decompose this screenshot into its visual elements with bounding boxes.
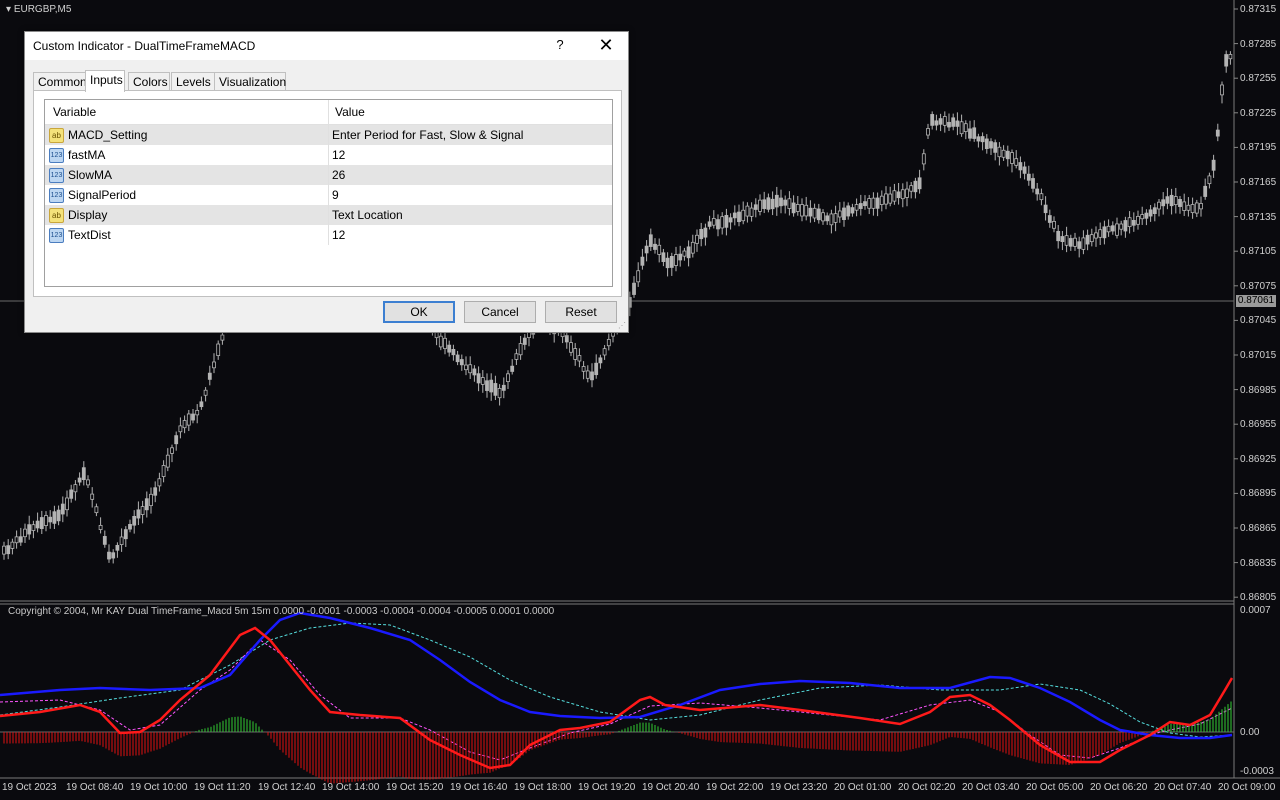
- price-axis-label: 0.87075: [1240, 280, 1277, 292]
- price-axis-label: 0.86955: [1240, 419, 1277, 431]
- time-axis-label: 19 Oct 2023: [2, 782, 57, 793]
- price-axis-label: 0.86835: [1240, 557, 1277, 569]
- input-row[interactable]: ab MACD_Setting Enter Period for Fast, S…: [45, 125, 612, 145]
- price-axis-label: 0.86925: [1240, 453, 1277, 465]
- time-axis-label: 20 Oct 03:40: [962, 782, 1020, 793]
- resize-grip-icon[interactable]: ⋰: [618, 321, 626, 330]
- tab-inputs[interactable]: Inputs: [85, 70, 125, 92]
- time-axis-label: 20 Oct 05:00: [1026, 782, 1084, 793]
- price-axis-label: 0.87315: [1240, 4, 1277, 15]
- time-axis-label: 19 Oct 18:00: [514, 782, 572, 793]
- time-axis-label: 19 Oct 14:00: [322, 782, 380, 793]
- dialog-titlebar[interactable]: Custom Indicator - DualTimeFrameMACD ? ✕: [25, 32, 628, 60]
- price-axis-label: 0.87285: [1240, 38, 1277, 50]
- time-axis-label: 19 Oct 22:00: [706, 782, 764, 793]
- input-row[interactable]: ab Display Text Location: [45, 205, 612, 225]
- price-axis-label: 0.86895: [1240, 488, 1277, 500]
- time-axis-label: 19 Oct 11:20: [194, 782, 251, 793]
- variable-value[interactable]: 12: [332, 228, 345, 242]
- input-row[interactable]: 123 SlowMA 26: [45, 165, 612, 185]
- macd-axis-label: 0.00: [1240, 727, 1260, 738]
- price-axis-label: 0.86805: [1240, 592, 1277, 604]
- macd-axis-label: 0.0007: [1240, 605, 1271, 616]
- tab-common[interactable]: Common: [33, 72, 89, 91]
- time-axis-label: 19 Oct 08:40: [66, 782, 124, 793]
- variable-value[interactable]: 9: [332, 188, 339, 202]
- time-axis-label: 19 Oct 16:40: [450, 782, 508, 793]
- price-axis-label: 0.87165: [1240, 177, 1277, 188]
- time-axis-label: 20 Oct 01:00: [834, 782, 892, 793]
- price-axis-label: 0.87135: [1240, 211, 1277, 223]
- string-type-icon: ab: [49, 208, 64, 223]
- tab-visualization[interactable]: Visualization: [214, 72, 286, 91]
- close-icon[interactable]: ✕: [596, 34, 616, 56]
- time-axis-label: 20 Oct 02:20: [898, 782, 956, 793]
- tab-colors[interactable]: Colors: [128, 72, 170, 91]
- cancel-button[interactable]: Cancel: [464, 301, 536, 323]
- time-axis-label: 20 Oct 09:00: [1218, 782, 1276, 793]
- time-axis-label: 19 Oct 15:20: [386, 782, 444, 793]
- variable-value[interactable]: Enter Period for Fast, Slow & Signal: [332, 128, 523, 142]
- price-axis-label: 0.87045: [1240, 315, 1277, 327]
- column-variable[interactable]: Variable: [53, 105, 96, 119]
- variable-value[interactable]: Text Location: [332, 208, 403, 222]
- time-axis-label: 19 Oct 19:20: [578, 782, 636, 793]
- macd-axis-label: -0.0003: [1240, 766, 1274, 777]
- price-axis-label: 0.86865: [1240, 523, 1277, 534]
- variable-name: SignalPeriod: [68, 188, 137, 202]
- time-axis-label: 20 Oct 06:20: [1090, 782, 1148, 793]
- dialog-title: Custom Indicator - DualTimeFrameMACD: [33, 39, 256, 53]
- time-axis-label: 19 Oct 12:40: [258, 782, 316, 793]
- variable-name: TextDist: [68, 228, 111, 242]
- inputs-panel: Variable Value ab MACD_Setting Enter Per…: [33, 90, 622, 297]
- reset-button[interactable]: Reset: [545, 301, 617, 323]
- inputs-grid[interactable]: Variable Value ab MACD_Setting Enter Per…: [44, 99, 613, 287]
- symbol-label: ▾ EURGBP,M5: [6, 4, 72, 15]
- time-axis-label: 19 Oct 23:20: [770, 782, 828, 793]
- grid-header: Variable Value: [45, 100, 612, 125]
- ok-button[interactable]: OK: [383, 301, 455, 323]
- price-axis-label: 0.86985: [1240, 384, 1277, 396]
- price-axis-label: 0.87195: [1240, 142, 1277, 154]
- variable-name: fastMA: [68, 148, 106, 162]
- variable-name: MACD_Setting: [68, 128, 148, 142]
- help-button[interactable]: ?: [553, 37, 567, 52]
- current-price-tag: 0.87061: [1236, 295, 1276, 307]
- integer-type-icon: 123: [49, 168, 64, 183]
- macd-caption: Copyright © 2004, Mr KAY Dual TimeFrame_…: [8, 606, 555, 617]
- integer-type-icon: 123: [49, 148, 64, 163]
- input-row[interactable]: 123 TextDist 12: [45, 225, 612, 245]
- price-axis-label: 0.87015: [1240, 350, 1277, 361]
- price-axis-label: 0.87105: [1240, 246, 1277, 258]
- integer-type-icon: 123: [49, 188, 64, 203]
- input-row[interactable]: 123 fastMA 12: [45, 145, 612, 165]
- input-row[interactable]: 123 SignalPeriod 9: [45, 185, 612, 205]
- price-axis-label: 0.87225: [1240, 107, 1277, 119]
- tab-levels[interactable]: Levels: [171, 72, 215, 91]
- variable-value[interactable]: 26: [332, 168, 345, 182]
- variable-name: SlowMA: [68, 168, 113, 182]
- column-value[interactable]: Value: [335, 105, 365, 119]
- time-axis-label: 19 Oct 20:40: [642, 782, 700, 793]
- custom-indicator-dialog[interactable]: Custom Indicator - DualTimeFrameMACD ? ✕…: [24, 31, 629, 333]
- price-axis-label: 0.87255: [1240, 73, 1277, 85]
- integer-type-icon: 123: [49, 228, 64, 243]
- time-axis-label: 20 Oct 07:40: [1154, 782, 1212, 793]
- string-type-icon: ab: [49, 128, 64, 143]
- time-axis-label: 19 Oct 10:00: [130, 782, 188, 793]
- variable-name: Display: [68, 208, 108, 222]
- variable-value[interactable]: 12: [332, 148, 345, 162]
